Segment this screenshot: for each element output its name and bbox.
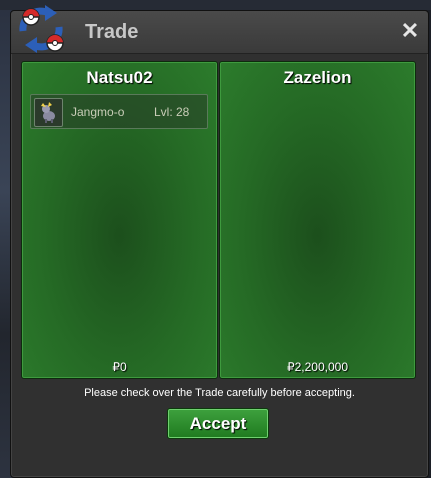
trade-item[interactable]: Jangmo-o Lvl: 28 — [30, 94, 208, 129]
trade-notice: Please check over the Trade carefully be… — [84, 387, 355, 399]
left-trade-panel: Natsu02 Jangmo-o Lvl: 28 ₽0 — [21, 61, 218, 379]
jangmo-o-sprite-icon — [34, 98, 63, 127]
left-money: ₽0 — [112, 360, 127, 374]
right-trader-name: Zazelion — [283, 68, 352, 87]
trade-window: Trade ✕ Natsu02 Jangmo-o Lvl: 28 ₽0 Zaze… — [10, 5, 429, 478]
item-level: Lvl: 28 — [154, 105, 190, 119]
item-name: Jangmo-o — [71, 105, 125, 119]
right-money: ₽2,200,000 — [286, 360, 349, 374]
window-title: Trade — [85, 21, 139, 43]
close-icon[interactable]: ✕ — [400, 20, 420, 42]
left-trader-name: Natsu02 — [86, 68, 153, 87]
title-bar[interactable]: Trade ✕ — [11, 11, 428, 54]
trade-logo-icon — [19, 5, 64, 53]
accept-button[interactable]: Accept — [167, 408, 269, 439]
right-trade-panel: Zazelion ₽2,200,000 — [219, 61, 416, 379]
